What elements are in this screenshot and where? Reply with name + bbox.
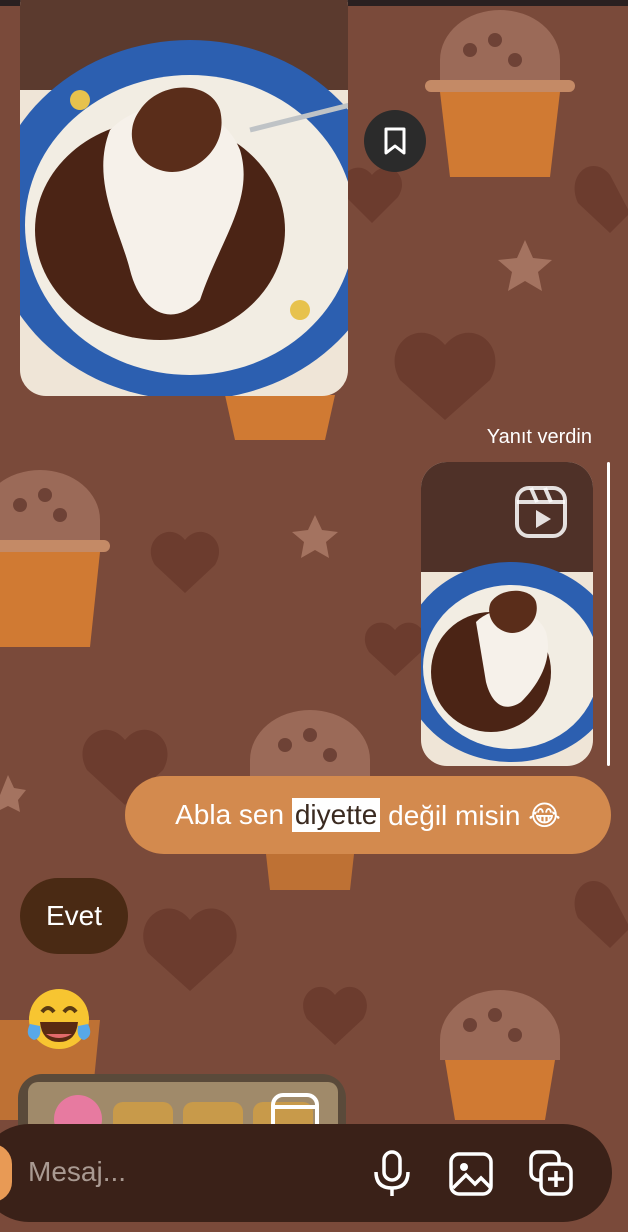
incoming-message-text: Evet xyxy=(45,900,103,931)
laughing-emoji-icon xyxy=(27,989,91,1049)
microphone-icon[interactable] xyxy=(368,1148,416,1200)
message-text-end: değil misin 😂 xyxy=(380,799,561,831)
replied-reel-thumbnail[interactable] xyxy=(421,462,593,766)
highlighted-word: diyette xyxy=(291,798,381,832)
food-photo xyxy=(20,0,348,396)
sticker-add-icon[interactable] xyxy=(527,1148,575,1200)
message-input[interactable]: Mesaj... xyxy=(28,1156,126,1188)
bookmark-icon xyxy=(384,127,406,155)
received-media-image[interactable] xyxy=(20,0,348,396)
message-text: Abla sen xyxy=(175,799,292,830)
outgoing-message-bubble[interactable]: Abla sen diyette değil misin 😂 xyxy=(125,776,611,854)
image-icon[interactable] xyxy=(447,1148,495,1200)
emoji-message[interactable] xyxy=(24,984,94,1059)
reply-indicator-bar xyxy=(607,462,610,766)
incoming-message-bubble[interactable]: Evet xyxy=(20,878,128,954)
reel-icon xyxy=(515,486,567,538)
reply-label: Yanıt verdin xyxy=(486,426,592,448)
save-button[interactable] xyxy=(364,110,426,172)
